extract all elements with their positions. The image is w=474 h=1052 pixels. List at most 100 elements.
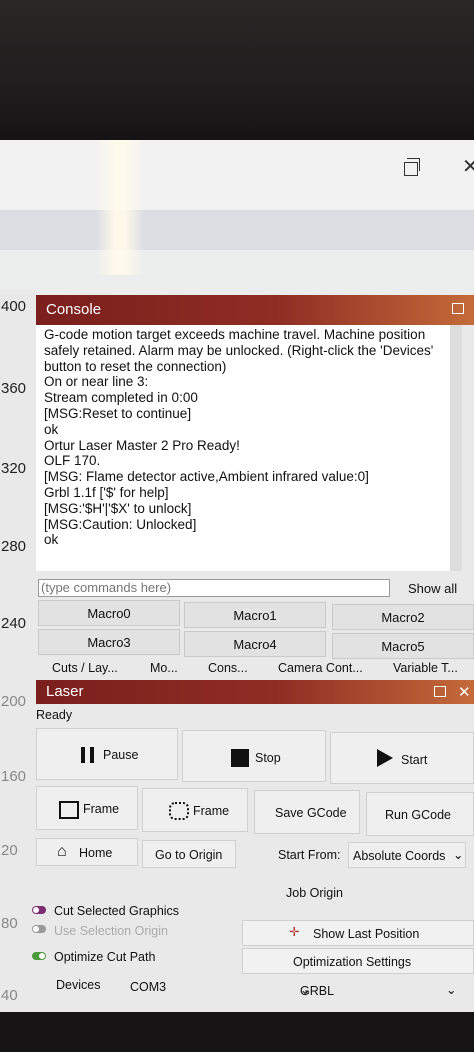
- laser-panel: Laser ✕ Ready Pause Stop Start Frame Fra…: [32, 680, 474, 1010]
- console-line: OLF 170.: [44, 453, 101, 469]
- start-button[interactable]: Start: [330, 732, 474, 784]
- macro3-button[interactable]: Macro3: [38, 629, 180, 655]
- crosshair-icon: ✛: [289, 925, 300, 939]
- stop-icon: [231, 749, 249, 767]
- menubar: [0, 210, 474, 250]
- ruler-mark: 40: [1, 987, 18, 1004]
- cut-selected-toggle[interactable]: [32, 906, 46, 914]
- close-panel-icon[interactable]: ✕: [458, 681, 471, 705]
- console-line: [MSG:Caution: Unlocked]: [44, 516, 197, 532]
- restore-window-icon[interactable]: [404, 158, 420, 176]
- tab-variable-text[interactable]: Variable T...: [393, 661, 458, 675]
- console-output[interactable]: G-code motion target exceeds machine tra…: [36, 325, 462, 571]
- toolbar: [0, 250, 474, 299]
- port-select[interactable]: COM3 ⌄: [130, 980, 310, 997]
- go-to-origin-label: Go to Origin: [155, 848, 223, 862]
- console-line: [MSG:Reset to continue]: [44, 405, 192, 421]
- console-line: Grbl 1.1f ['$' for help]: [44, 484, 169, 500]
- run-gcode-label: Run GCode: [385, 808, 452, 822]
- ruler-mark: 280: [1, 538, 27, 555]
- macro1-button[interactable]: Macro1: [184, 602, 326, 628]
- play-icon: [377, 749, 393, 767]
- ruler-mark: 400: [1, 298, 27, 315]
- undock-icon[interactable]: [452, 303, 464, 314]
- console-line: [MSG: Flame detector active,Ambient infr…: [44, 469, 369, 485]
- laser-title: Laser: [46, 683, 84, 700]
- home-button[interactable]: ⌂ Home: [36, 838, 138, 866]
- optimization-settings-button[interactable]: Optimization Settings: [242, 948, 474, 974]
- devices-button[interactable]: Devices: [56, 978, 100, 992]
- console-header: Console: [36, 295, 474, 325]
- stop-button[interactable]: Stop: [182, 730, 326, 782]
- panel-tabs: Cuts / Lay... Mo... Cons... Camera Cont.…: [36, 657, 474, 681]
- macro2-button[interactable]: Macro2: [332, 604, 474, 630]
- start-from-select[interactable]: Absolute Coords ⌄: [348, 842, 466, 868]
- monitor-bezel-top: [0, 0, 474, 140]
- console-line: [MSG:'$H'|'$X' to unlock]: [44, 500, 192, 516]
- start-label: Start: [401, 753, 428, 767]
- ruler-mark: 160: [1, 768, 27, 785]
- tab-console[interactable]: Cons...: [208, 661, 248, 675]
- pause-icon: [81, 747, 95, 763]
- use-selection-origin-label: Use Selection Origin: [54, 924, 168, 938]
- ruler-mark: 360: [1, 380, 27, 397]
- port-value: COM3: [130, 980, 167, 994]
- command-input[interactable]: [38, 579, 390, 597]
- frame-outline-icon: [169, 802, 189, 820]
- console-panel: Console G-code motion target exceeds mac…: [36, 295, 474, 690]
- ruler-mark: 320: [1, 460, 27, 477]
- show-all-checkbox[interactable]: Show all: [408, 581, 457, 596]
- go-to-origin-button[interactable]: Go to Origin: [142, 840, 236, 868]
- frame-icon: [59, 801, 79, 819]
- macro4-button[interactable]: Macro4: [184, 631, 326, 657]
- macro5-button[interactable]: Macro5: [332, 633, 474, 659]
- optimize-cut-path-toggle[interactable]: [32, 952, 46, 960]
- home-icon: ⌂: [57, 843, 67, 860]
- vertical-ruler: 400 360 320 280 240 200 160 20 80 40: [0, 290, 36, 1012]
- macro0-button[interactable]: Macro0: [38, 600, 180, 626]
- tab-cuts-layers[interactable]: Cuts / Lay...: [52, 661, 118, 675]
- start-from-value: Absolute Coords: [353, 849, 446, 863]
- use-selection-origin-toggle[interactable]: [32, 925, 46, 933]
- ruler-mark: 20: [1, 842, 18, 859]
- stop-label: Stop: [255, 751, 281, 765]
- console-line: Stream completed in 0:00: [44, 390, 198, 406]
- laser-header: Laser ✕: [36, 680, 474, 704]
- save-gcode-label: Save GCode: [275, 806, 347, 820]
- window-titlebar: ✕: [0, 140, 474, 210]
- console-line: ok: [44, 532, 59, 548]
- screen: ✕ 400 360 320 280 240 200 160 20 80 40 C…: [0, 140, 474, 1012]
- run-gcode-button[interactable]: Run GCode: [366, 792, 474, 836]
- optimize-cut-path-label: Optimize Cut Path: [54, 950, 156, 964]
- close-window-icon[interactable]: ✕: [462, 154, 474, 179]
- monitor-bezel-bottom: [0, 1012, 474, 1052]
- undock-icon[interactable]: [434, 686, 446, 697]
- pause-button[interactable]: Pause: [36, 728, 178, 780]
- ruler-mark: 200: [1, 693, 27, 710]
- frame-label: Frame: [83, 802, 120, 816]
- controller-value: GRBL: [300, 984, 335, 998]
- console-title: Console: [46, 301, 102, 318]
- frame-label: Frame: [193, 804, 230, 818]
- tab-camera-control[interactable]: Camera Cont...: [278, 661, 363, 675]
- start-from-label: Start From:: [278, 848, 341, 862]
- frame-button[interactable]: Frame: [36, 786, 138, 830]
- laser-status: Ready: [36, 708, 73, 722]
- chevron-down-icon: ⌄: [446, 983, 457, 997]
- ruler-mark: 80: [1, 915, 18, 932]
- console-line: G-code motion target exceeds machine tra…: [44, 327, 434, 374]
- light-glare: [96, 140, 144, 275]
- frame-rubberband-button[interactable]: Frame: [142, 788, 248, 832]
- console-line: ok: [44, 421, 59, 437]
- show-last-position-button[interactable]: ✛ Show Last Position: [242, 920, 474, 946]
- job-origin-label: Job Origin: [286, 886, 343, 900]
- pause-label: Pause: [103, 748, 139, 762]
- optimization-settings-label: Optimization Settings: [293, 955, 412, 969]
- save-gcode-button[interactable]: Save GCode: [254, 790, 360, 834]
- show-last-position-label: Show Last Position: [313, 927, 420, 941]
- console-line: Ortur Laser Master 2 Pro Ready!: [44, 437, 240, 453]
- cut-selected-label: Cut Selected Graphics: [54, 904, 180, 918]
- chevron-down-icon: ⌄: [453, 848, 464, 862]
- tab-move[interactable]: Mo...: [150, 661, 178, 675]
- controller-select[interactable]: GRBL ⌄: [300, 983, 460, 998]
